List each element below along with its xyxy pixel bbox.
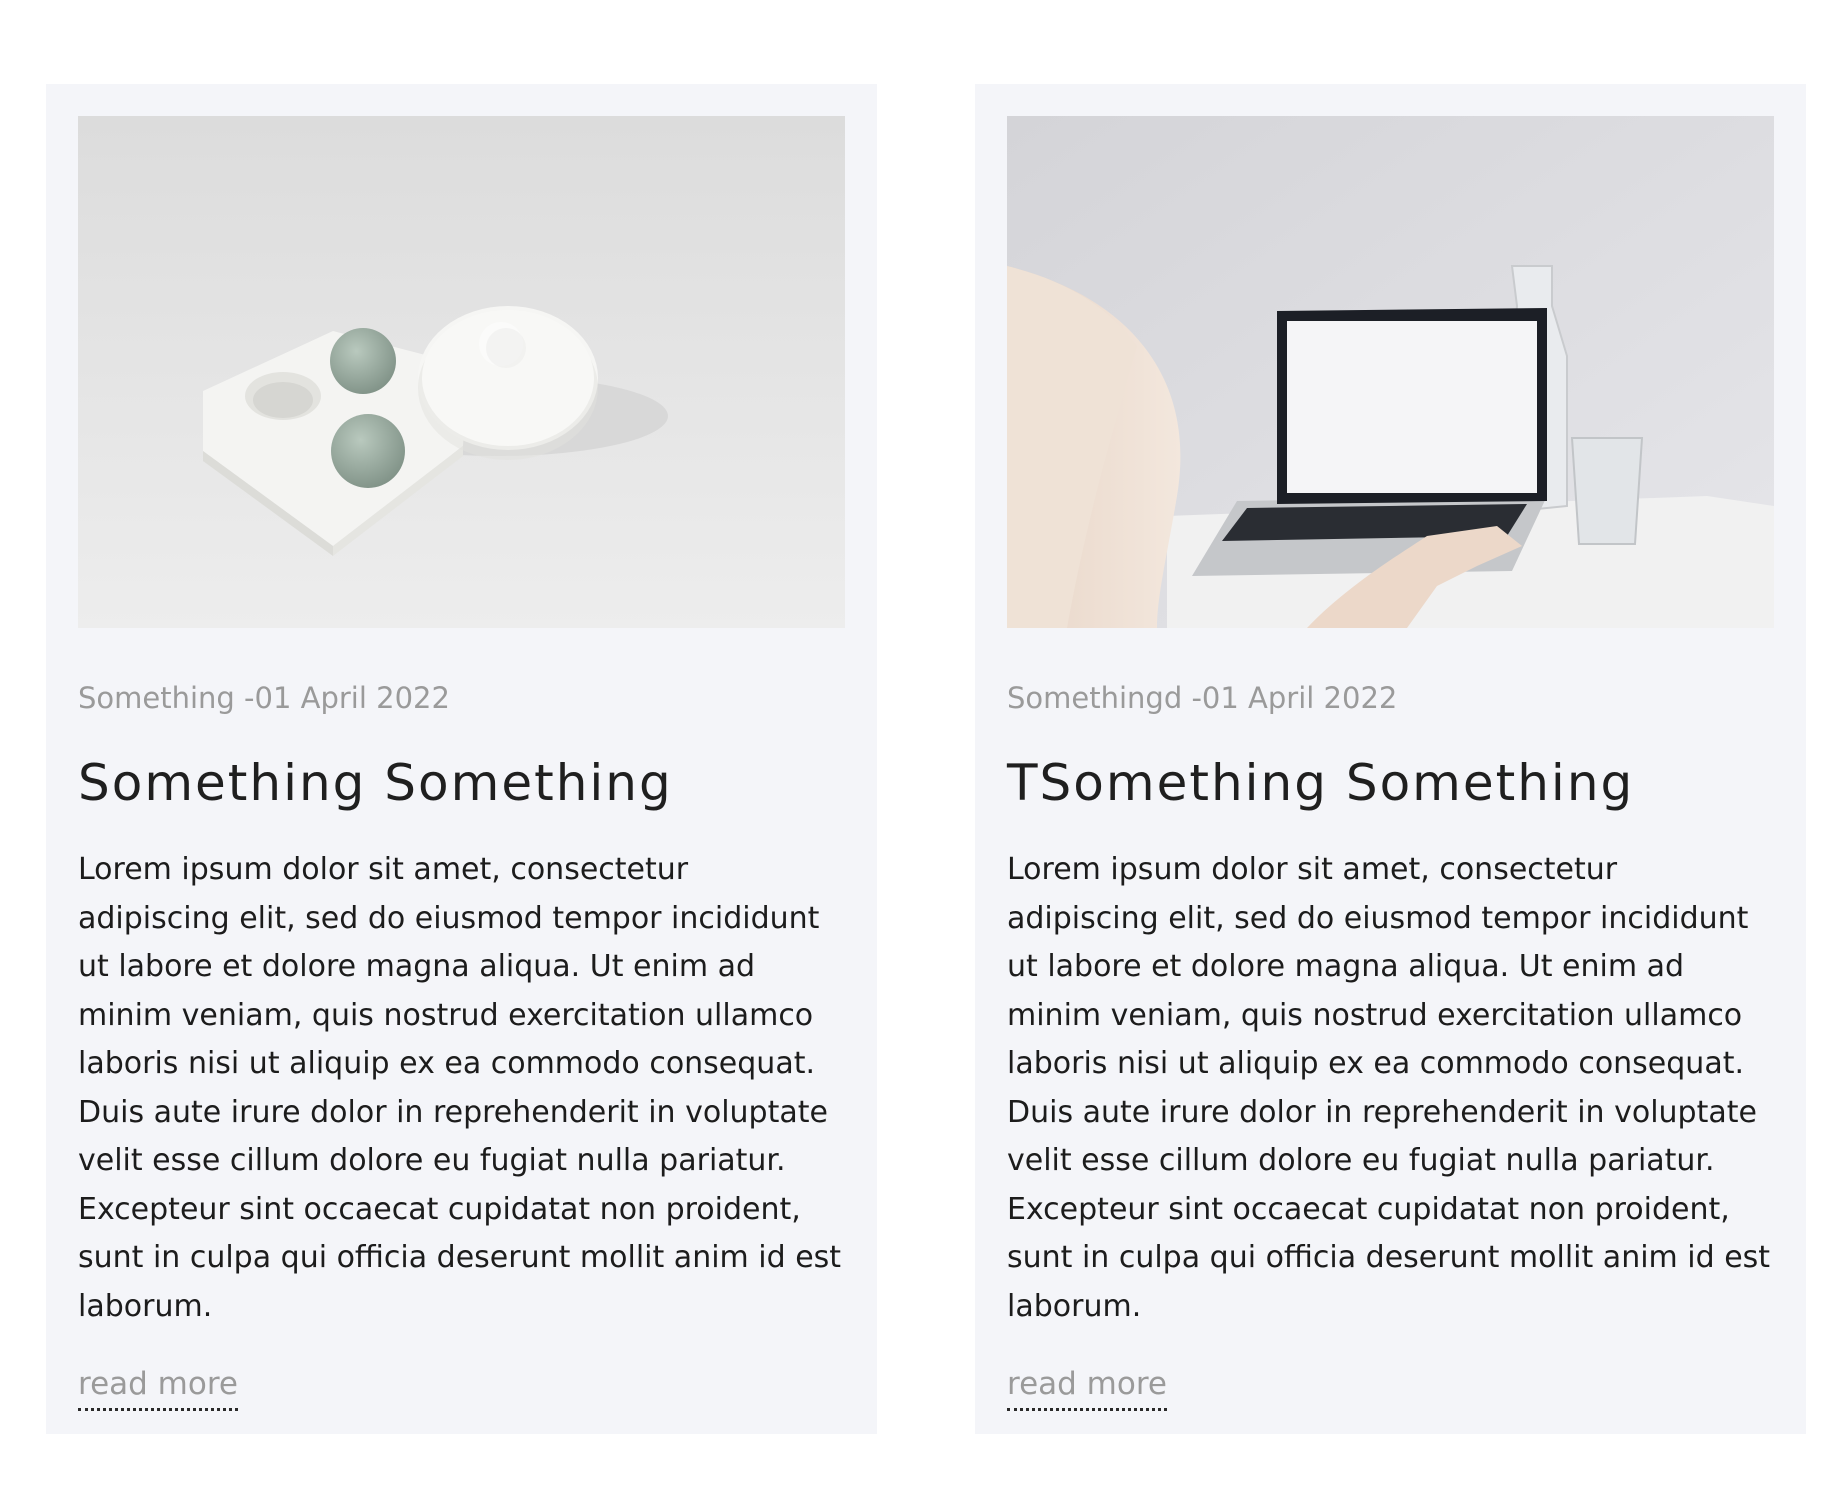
- read-more-link[interactable]: read more: [1007, 1364, 1167, 1411]
- post-meta: Somethingd -01 April 2022: [1007, 681, 1398, 715]
- post-excerpt: Lorem ipsum dolor sit amet, consectetur …: [1007, 852, 1771, 1324]
- post-image: [78, 116, 845, 628]
- post-thumbnail[interactable]: [1007, 116, 1774, 628]
- post-thumbnail[interactable]: [78, 116, 845, 628]
- post-title[interactable]: TSomething Something: [1007, 748, 1634, 818]
- post-title[interactable]: Something Something: [78, 748, 673, 818]
- read-more-link[interactable]: read more: [78, 1364, 238, 1411]
- blog-card: Somethingd -01 April 2022 TSomething Som…: [975, 84, 1806, 1434]
- post-meta: Something -01 April 2022: [78, 681, 450, 715]
- post-excerpt: Lorem ipsum dolor sit amet, consectetur …: [78, 852, 842, 1324]
- blog-card: Something -01 April 2022 Something Somet…: [46, 84, 877, 1434]
- post-image: [1007, 116, 1774, 628]
